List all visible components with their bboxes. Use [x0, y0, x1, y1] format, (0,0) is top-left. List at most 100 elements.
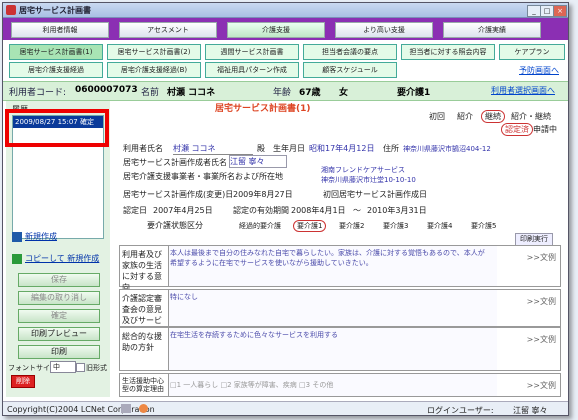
copy-icon: [12, 253, 22, 264]
user-name-value: 村瀬 ココネ: [173, 143, 253, 155]
minimize-button[interactable]: _: [527, 5, 541, 17]
valid-separator: ～: [353, 206, 361, 215]
address-value: 神奈川県藤沢市鵠沼404-12: [403, 145, 491, 153]
user-age: 67歳: [299, 88, 321, 98]
main-tab-bar: 利用者情報 アセスメント 介護支援 より高い支援 介護実績: [3, 18, 568, 40]
office-name: 湘南フレンドケアサービス: [321, 166, 405, 174]
status-applying[interactable]: 申請中: [533, 124, 557, 135]
font-size-select[interactable]: 中: [50, 361, 76, 373]
print-preview-button[interactable]: 印刷プレビュー: [18, 327, 100, 341]
tab-user-info[interactable]: 利用者情報: [11, 22, 109, 38]
section-textarea[interactable]: [168, 290, 497, 326]
prevention-screen-link[interactable]: 予防画面へ: [519, 65, 559, 76]
care-level: 要介護1: [397, 88, 431, 98]
pen-icon: [121, 404, 131, 413]
valid-from: 2008年4月1日: [291, 206, 346, 215]
user-select-link[interactable]: 利用者選択画面へ: [491, 85, 555, 96]
cert-date: 2007年4月25日: [153, 206, 213, 215]
example-link[interactable]: >>文例: [527, 296, 556, 307]
level-option-selected[interactable]: 要介護1: [293, 220, 327, 232]
subtab-plan-1[interactable]: 居宅サービス計画書(1): [9, 44, 103, 60]
user-sex: 女: [339, 88, 349, 98]
subtab-welfare-pattern[interactable]: 福祉用具パターン作成: [205, 62, 299, 78]
highlight-box: [5, 109, 109, 147]
birth-label: 生年月日: [273, 144, 305, 153]
status-certified[interactable]: 認定済: [501, 123, 533, 136]
status-footer: Copyright(C)2004 LCNet Corporation ログインユ…: [3, 401, 568, 415]
plan-date: 2009年8月27日: [233, 190, 293, 199]
age-label: 年齢: [273, 88, 292, 98]
old-format-label: 旧形式: [86, 364, 107, 372]
tab-care-support[interactable]: 介護支援: [227, 22, 325, 38]
address-label: 住所: [383, 144, 399, 153]
example-link[interactable]: >>文例: [527, 380, 556, 391]
care-level-label: 要介護状態区分: [147, 221, 203, 230]
user-code-label: 利用者コード:: [9, 88, 67, 98]
name-label: 名前: [141, 88, 160, 98]
subtab-inquiry[interactable]: 担当者に対する照会内容: [401, 44, 495, 60]
old-format-checkbox[interactable]: [76, 363, 85, 372]
user-code: 0600007073: [75, 85, 138, 95]
office-address: 神奈川県藤沢市辻堂10-10-10: [321, 176, 416, 184]
copy-new-label: コピーして 新規作成: [25, 254, 100, 263]
level-option[interactable]: 要介護3: [383, 221, 408, 231]
section-reason: 生活援助中心型の算定理由 □1 一人暮らし □2 家族等が障害、疾病 □3 その…: [119, 373, 561, 397]
app-icon: [6, 5, 16, 15]
new-create-link[interactable]: 新規作成: [12, 231, 57, 242]
subtab-support-progress[interactable]: 居宅介護支援経過: [9, 62, 103, 78]
cert-label: 認定日: [123, 206, 147, 215]
honorific: 殿: [257, 144, 265, 153]
window-title: 居宅サービス計画書: [19, 6, 91, 15]
section-text: 本人は最後まで自分の住みなれた自宅で暮らしたい。家族は、介護に対する覚悟もあるの…: [170, 249, 485, 267]
example-link[interactable]: >>文例: [527, 334, 556, 345]
subtab-weekly-plan[interactable]: 週間サービス計画書: [205, 44, 299, 60]
print-button[interactable]: 印刷: [18, 345, 100, 359]
section-label: 生活援助中心型の算定理由: [122, 377, 164, 393]
cancel-edit-button[interactable]: 編集の取り消し: [18, 291, 100, 305]
example-link[interactable]: >>文例: [527, 252, 556, 263]
section-opinion: 介護認定審査会の意見及びサービスの種類の指定 特になし >>文例: [119, 289, 561, 347]
section-text: 在宅生活を存続するために色々なサービスを利用する: [170, 331, 338, 339]
confirm-button[interactable]: 確定: [18, 309, 100, 323]
user-name-label: 利用者氏名: [123, 144, 163, 153]
document-icon: [12, 231, 22, 242]
subtab-meeting-points[interactable]: 担当者会議の要点: [303, 44, 397, 60]
planner-label: 居宅サービス計画作成者氏名: [123, 158, 227, 167]
delete-button[interactable]: 削除: [11, 375, 35, 388]
save-button[interactable]: 保存: [18, 273, 100, 287]
level-option[interactable]: 要介護4: [427, 221, 452, 231]
valid-to: 2010年3月31日: [367, 206, 427, 215]
copy-new-link[interactable]: コピーして 新規作成: [12, 253, 99, 264]
status-continue[interactable]: 継続: [481, 110, 505, 123]
office-label: 居宅介護支援事業者・事業所名および所在地: [123, 172, 283, 181]
new-create-label: 新規作成: [25, 232, 57, 241]
status-intro-continue[interactable]: 紹介・継続: [511, 111, 551, 122]
section-text: 特になし: [170, 293, 198, 301]
close-button[interactable]: ×: [553, 5, 567, 17]
copyright: Copyright(C)2004 LCNet Corporation: [7, 405, 155, 414]
plan-date-label: 居宅サービス計画作成(変更)日: [123, 190, 234, 199]
login-label: ログインユーザー:: [427, 406, 494, 415]
valid-label: 認定の有効期間: [233, 206, 289, 215]
status-intro[interactable]: 紹介: [457, 111, 473, 122]
section-text: □1 一人暮らし □2 家族等が障害、疾病 □3 その他: [170, 381, 334, 389]
maximize-button[interactable]: □: [540, 5, 554, 17]
level-option[interactable]: 要介護5: [471, 221, 496, 231]
subtab-plan-2[interactable]: 居宅サービス計画書(2): [107, 44, 201, 60]
subtab-support-progress-b[interactable]: 居宅介護支援経過(B): [107, 62, 201, 78]
section-label: 利用者及び家族の生活に対する意向: [122, 250, 162, 292]
status-first[interactable]: 初回: [429, 111, 445, 122]
app-window: 居宅サービス計画書 _ □ × 利用者情報 アセスメント 介護支援 より高い支援…: [2, 2, 569, 416]
subtab-customer-schedule[interactable]: 顧客スケジュール: [303, 62, 397, 78]
level-option[interactable]: 経過的要介護: [239, 221, 281, 231]
planner-input[interactable]: 江留 寧々: [229, 155, 287, 168]
user-info-bar: 利用者コード: 0600007073 名前 村瀬 ココネ 年齢 67歳 女 要介…: [3, 81, 568, 101]
plan-form: 初回 紹介 継続 紹介・継続 認定済 申請中 利用者氏名 村瀬 ココネ 殿 生年…: [113, 101, 565, 401]
tab-assessment[interactable]: アセスメント: [119, 22, 217, 38]
level-option[interactable]: 要介護2: [339, 221, 364, 231]
section-intent: 利用者及び家族の生活に対する意向 本人は最後まで自分の住みなれた自宅で暮らしたい…: [119, 245, 561, 292]
tab-care-record[interactable]: 介護実績: [443, 22, 541, 38]
subtab-care-plan[interactable]: ケアプラン: [499, 44, 565, 60]
tab-higher-support[interactable]: より高い支援: [335, 22, 433, 38]
help-icon[interactable]: [139, 404, 148, 413]
